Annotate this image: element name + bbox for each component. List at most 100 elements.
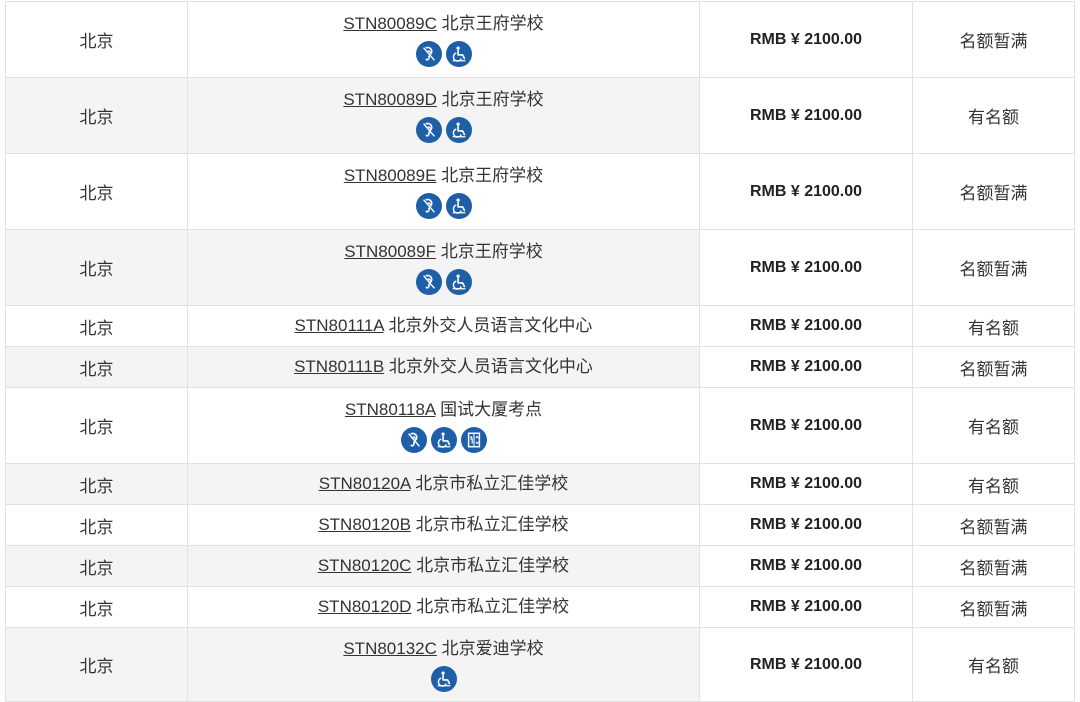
city-cell: 北京	[5, 229, 188, 306]
accessibility-icons	[188, 665, 699, 692]
test-center-label: STN80111B 北京外交人员语言文化中心	[294, 356, 593, 378]
test-center-code-link[interactable]: STN80118A	[345, 400, 435, 419]
test-center-name: 国试大厦考点	[440, 399, 543, 419]
city-cell: 北京	[5, 305, 188, 347]
test-center-name: 北京王府学校	[441, 13, 544, 33]
table-body: 北京 STN80089C 北京王府学校 RMB ¥ 2100.00 名额暂满 北京 STN…	[5, 1, 1075, 702]
city-cell: 北京	[5, 1, 188, 78]
test-center-label: STN80111A 北京外交人员语言文化中心	[295, 315, 593, 337]
test-center-code-link[interactable]: STN80111B	[294, 357, 384, 376]
table-row: 北京 STN80089D 北京王府学校 RMB ¥ 2100.00 有名额	[5, 77, 1075, 154]
accessibility-icons	[188, 268, 699, 295]
test-center-cell: STN80120C 北京市私立汇佳学校	[187, 545, 700, 587]
availability-status-cell: 名额暂满	[912, 586, 1075, 628]
table-row: 北京 STN80089E 北京王府学校 RMB ¥ 2100.00 名额暂满	[5, 153, 1075, 230]
availability-status-cell: 有名额	[912, 627, 1075, 702]
availability-status-cell: 名额暂满	[912, 504, 1075, 546]
test-center-name: 北京王府学校	[440, 241, 543, 261]
wheelchair-icon	[430, 426, 457, 453]
test-center-cell: STN80089D 北京王府学校	[187, 77, 700, 154]
test-center-table-container: 北京 STN80089C 北京王府学校 RMB ¥ 2100.00 名额暂满 北京 STN…	[5, 1, 1075, 702]
price-cell: RMB ¥ 2100.00	[699, 77, 913, 154]
price-cell: RMB ¥ 2100.00	[699, 545, 913, 587]
availability-status-cell: 名额暂满	[912, 153, 1075, 230]
elevator-icon	[460, 426, 487, 453]
availability-status-cell: 名额暂满	[912, 346, 1075, 388]
wheelchair-icon	[430, 665, 457, 692]
test-center-cell: STN80089E 北京王府学校	[187, 153, 700, 230]
test-center-label: STN80120A 北京市私立汇佳学校	[319, 473, 568, 495]
city-cell: 北京	[5, 463, 188, 505]
table-row: 北京 STN80118A 国试大厦考点 RMB ¥ 2100.00 有名额	[5, 387, 1075, 464]
test-center-cell: STN80120D 北京市私立汇佳学校	[187, 586, 700, 628]
test-center-name: 北京王府学校	[441, 89, 544, 109]
test-center-label: STN80120C 北京市私立汇佳学校	[318, 555, 569, 577]
availability-status-cell: 有名额	[912, 387, 1075, 464]
test-center-name: 北京爱迪学校	[441, 638, 544, 658]
test-center-code-link[interactable]: STN80089E	[344, 166, 437, 185]
city-cell: 北京	[5, 627, 188, 702]
test-center-name: 北京市私立汇佳学校	[415, 515, 569, 534]
test-center-code-link[interactable]: STN80111A	[295, 316, 384, 335]
price-cell: RMB ¥ 2100.00	[699, 586, 913, 628]
test-center-code-link[interactable]: STN80120A	[319, 474, 411, 493]
test-center-cell: STN80111B 北京外交人员语言文化中心	[187, 346, 700, 388]
price-cell: RMB ¥ 2100.00	[699, 463, 913, 505]
test-center-name: 北京市私立汇佳学校	[415, 474, 569, 493]
price-cell: RMB ¥ 2100.00	[699, 504, 913, 546]
hearing-icon	[400, 426, 427, 453]
table-row: 北京 STN80120B 北京市私立汇佳学校 RMB ¥ 2100.00 名额暂满	[5, 504, 1075, 546]
price-cell: RMB ¥ 2100.00	[699, 305, 913, 347]
test-center-label: STN80120B 北京市私立汇佳学校	[318, 514, 568, 536]
price-cell: RMB ¥ 2100.00	[699, 1, 913, 78]
test-center-cell: STN80118A 国试大厦考点	[187, 387, 700, 464]
price-cell: RMB ¥ 2100.00	[699, 153, 913, 230]
wheelchair-icon	[445, 40, 472, 67]
test-center-label: STN80089D 北京王府学校	[343, 89, 543, 111]
availability-status-cell: 名额暂满	[912, 229, 1075, 306]
table-row: 北京 STN80120C 北京市私立汇佳学校 RMB ¥ 2100.00 名额暂满	[5, 545, 1075, 587]
city-cell: 北京	[5, 77, 188, 154]
city-cell: 北京	[5, 545, 188, 587]
test-center-code-link[interactable]: STN80089D	[343, 90, 437, 109]
test-center-cell: STN80089F 北京王府学校	[187, 229, 700, 306]
table-row: 北京 STN80120A 北京市私立汇佳学校 RMB ¥ 2100.00 有名额	[5, 463, 1075, 505]
availability-status-cell: 名额暂满	[912, 1, 1075, 78]
test-center-label: STN80132C 北京爱迪学校	[343, 638, 543, 660]
price-cell: RMB ¥ 2100.00	[699, 387, 913, 464]
test-center-code-link[interactable]: STN80120C	[318, 556, 412, 575]
test-center-code-link[interactable]: STN80089C	[343, 14, 437, 33]
hearing-icon	[415, 40, 442, 67]
test-center-label: STN80089C 北京王府学校	[343, 13, 543, 35]
test-center-label: STN80120D 北京市私立汇佳学校	[318, 596, 569, 618]
test-center-table: 北京 STN80089C 北京王府学校 RMB ¥ 2100.00 名额暂满 北京 STN…	[5, 1, 1075, 702]
table-row: 北京 STN80132C 北京爱迪学校 RMB ¥ 2100.00 有名额	[5, 627, 1075, 702]
test-center-name: 北京外交人员语言文化中心	[388, 316, 593, 335]
table-row: 北京 STN80089C 北京王府学校 RMB ¥ 2100.00 名额暂满	[5, 1, 1075, 78]
test-center-cell: STN80120A 北京市私立汇佳学校	[187, 463, 700, 505]
test-center-code-link[interactable]: STN80089F	[344, 242, 436, 261]
hearing-icon	[415, 268, 442, 295]
accessibility-icons	[188, 116, 699, 143]
table-row: 北京 STN80120D 北京市私立汇佳学校 RMB ¥ 2100.00 名额暂满	[5, 586, 1075, 628]
wheelchair-icon	[445, 192, 472, 219]
city-cell: 北京	[5, 346, 188, 388]
test-center-label: STN80118A 国试大厦考点	[345, 399, 542, 421]
price-cell: RMB ¥ 2100.00	[699, 627, 913, 702]
accessibility-icons	[188, 40, 699, 67]
test-center-code-link[interactable]: STN80120D	[318, 597, 412, 616]
test-center-code-link[interactable]: STN80120B	[318, 515, 411, 534]
availability-status-cell: 有名额	[912, 77, 1075, 154]
availability-status-cell: 名额暂满	[912, 545, 1075, 587]
test-center-name: 北京外交人员语言文化中心	[388, 357, 593, 376]
test-center-label: STN80089E 北京王府学校	[344, 165, 543, 187]
city-cell: 北京	[5, 387, 188, 464]
test-center-cell: STN80111A 北京外交人员语言文化中心	[187, 305, 700, 347]
accessibility-icons	[188, 192, 699, 219]
test-center-code-link[interactable]: STN80132C	[343, 639, 437, 658]
test-center-name: 北京市私立汇佳学校	[416, 597, 570, 616]
availability-status-cell: 有名额	[912, 305, 1075, 347]
table-row: 北京 STN80111B 北京外交人员语言文化中心 RMB ¥ 2100.00 名额暂…	[5, 346, 1075, 388]
accessibility-icons	[188, 426, 699, 453]
table-row: 北京 STN80111A 北京外交人员语言文化中心 RMB ¥ 2100.00 有名额	[5, 305, 1075, 347]
